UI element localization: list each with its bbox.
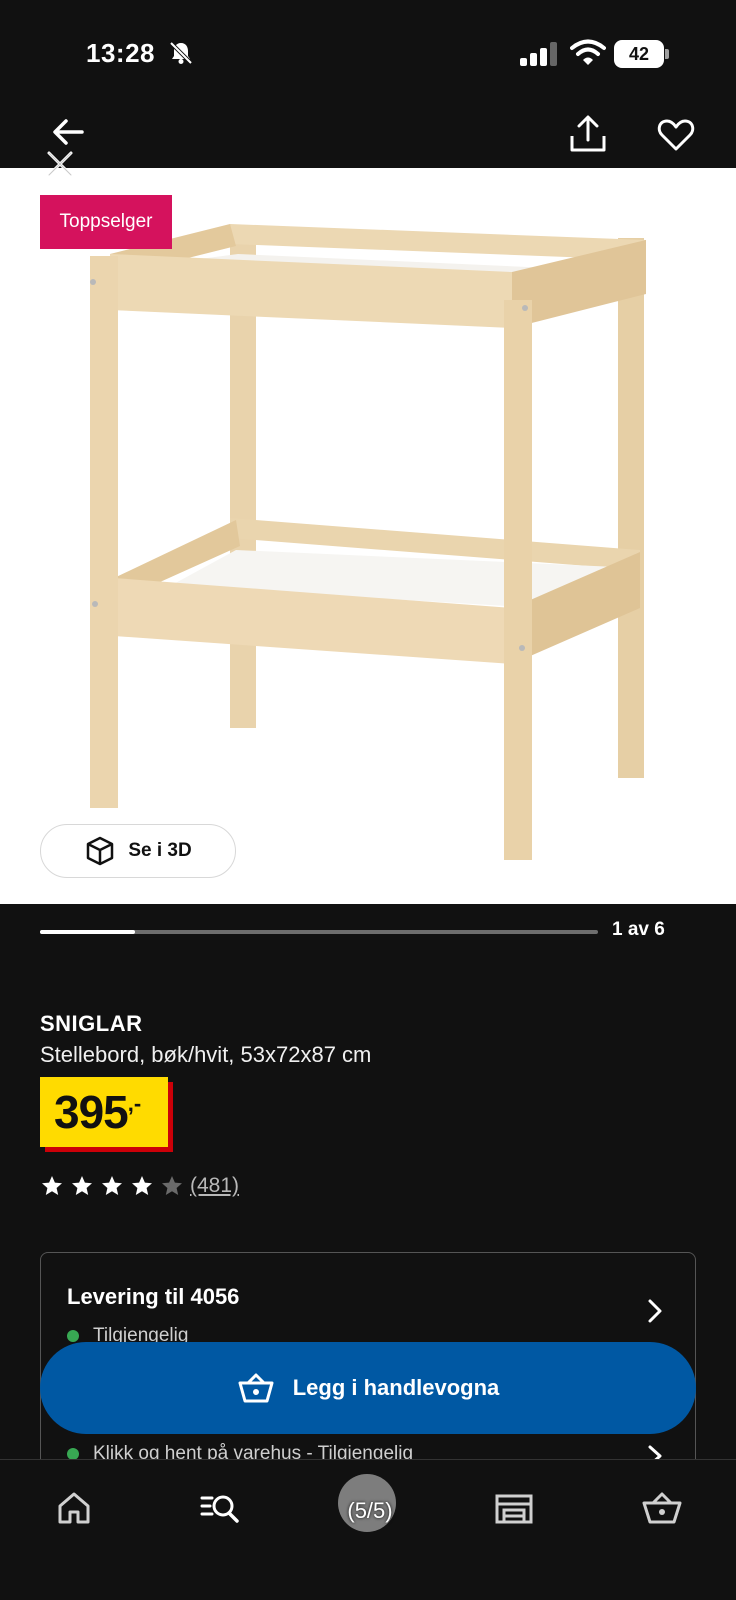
- star-filled-icon: [132, 1176, 152, 1195]
- bell-off-icon: [169, 41, 193, 65]
- tab-home[interactable]: [52, 1486, 96, 1530]
- product-image[interactable]: [0, 168, 736, 904]
- star-filled-icon: [102, 1176, 122, 1195]
- product-name: SNIGLAR: [40, 1011, 143, 1036]
- tab-search[interactable]: [198, 1486, 242, 1530]
- basket-icon: [642, 1492, 682, 1524]
- price-suffix: ,-: [127, 1091, 142, 1116]
- review-count-link[interactable]: (481): [190, 1174, 239, 1198]
- back-arrow-icon[interactable]: [48, 112, 88, 152]
- share-icon[interactable]: [566, 112, 610, 156]
- status-time: 13:28: [86, 38, 155, 68]
- wifi-icon: [570, 39, 606, 65]
- screenshot-counter: (5/5): [347, 1498, 393, 1523]
- signal-icon: [520, 42, 557, 66]
- home-icon: [58, 1492, 90, 1524]
- star-filled-icon: [72, 1176, 92, 1195]
- battery-indicator: 42: [614, 40, 669, 68]
- view-in-3d-button[interactable]: Se i 3D: [40, 824, 236, 878]
- cart-icon: [238, 1373, 274, 1403]
- battery-level: 42: [614, 40, 664, 68]
- add-to-cart-button[interactable]: Legg i handlevogna: [40, 1342, 696, 1434]
- store-icon: [495, 1494, 533, 1524]
- status-bar: 13:28 42: [0, 0, 736, 110]
- battery-tip: [665, 49, 669, 59]
- delivery-title: Levering til 4056: [67, 1284, 240, 1309]
- heart-icon[interactable]: [656, 114, 696, 154]
- tab-cart[interactable]: [640, 1486, 684, 1530]
- tab-stores[interactable]: [492, 1486, 536, 1530]
- star-filled-icon: [42, 1176, 62, 1195]
- view-in-3d-label: Se i 3D: [128, 840, 192, 861]
- changing-table-illustration: [90, 224, 646, 860]
- top-seller-badge: Toppselger: [40, 195, 172, 249]
- available-dot: [67, 1330, 79, 1342]
- price-tag: 395 ,-: [40, 1077, 168, 1147]
- product-description: Stellebord, bøk/hvit, 53x72x87 cm: [40, 1042, 372, 1067]
- search-list-icon: [200, 1495, 239, 1523]
- carousel-progress-fill: [40, 930, 135, 934]
- carousel-counter: 1 av 6: [612, 919, 665, 940]
- rating-stars[interactable]: [40, 1174, 184, 1198]
- chevron-right-icon[interactable]: [645, 1297, 665, 1325]
- close-icon[interactable]: [44, 148, 76, 180]
- price-value: 395: [54, 1086, 129, 1138]
- image-carousel-progress: [40, 930, 598, 934]
- star-empty-icon: [162, 1176, 182, 1195]
- cube-3d-icon: [87, 836, 114, 866]
- add-to-cart-label: Legg i handlevogna: [292, 1375, 500, 1400]
